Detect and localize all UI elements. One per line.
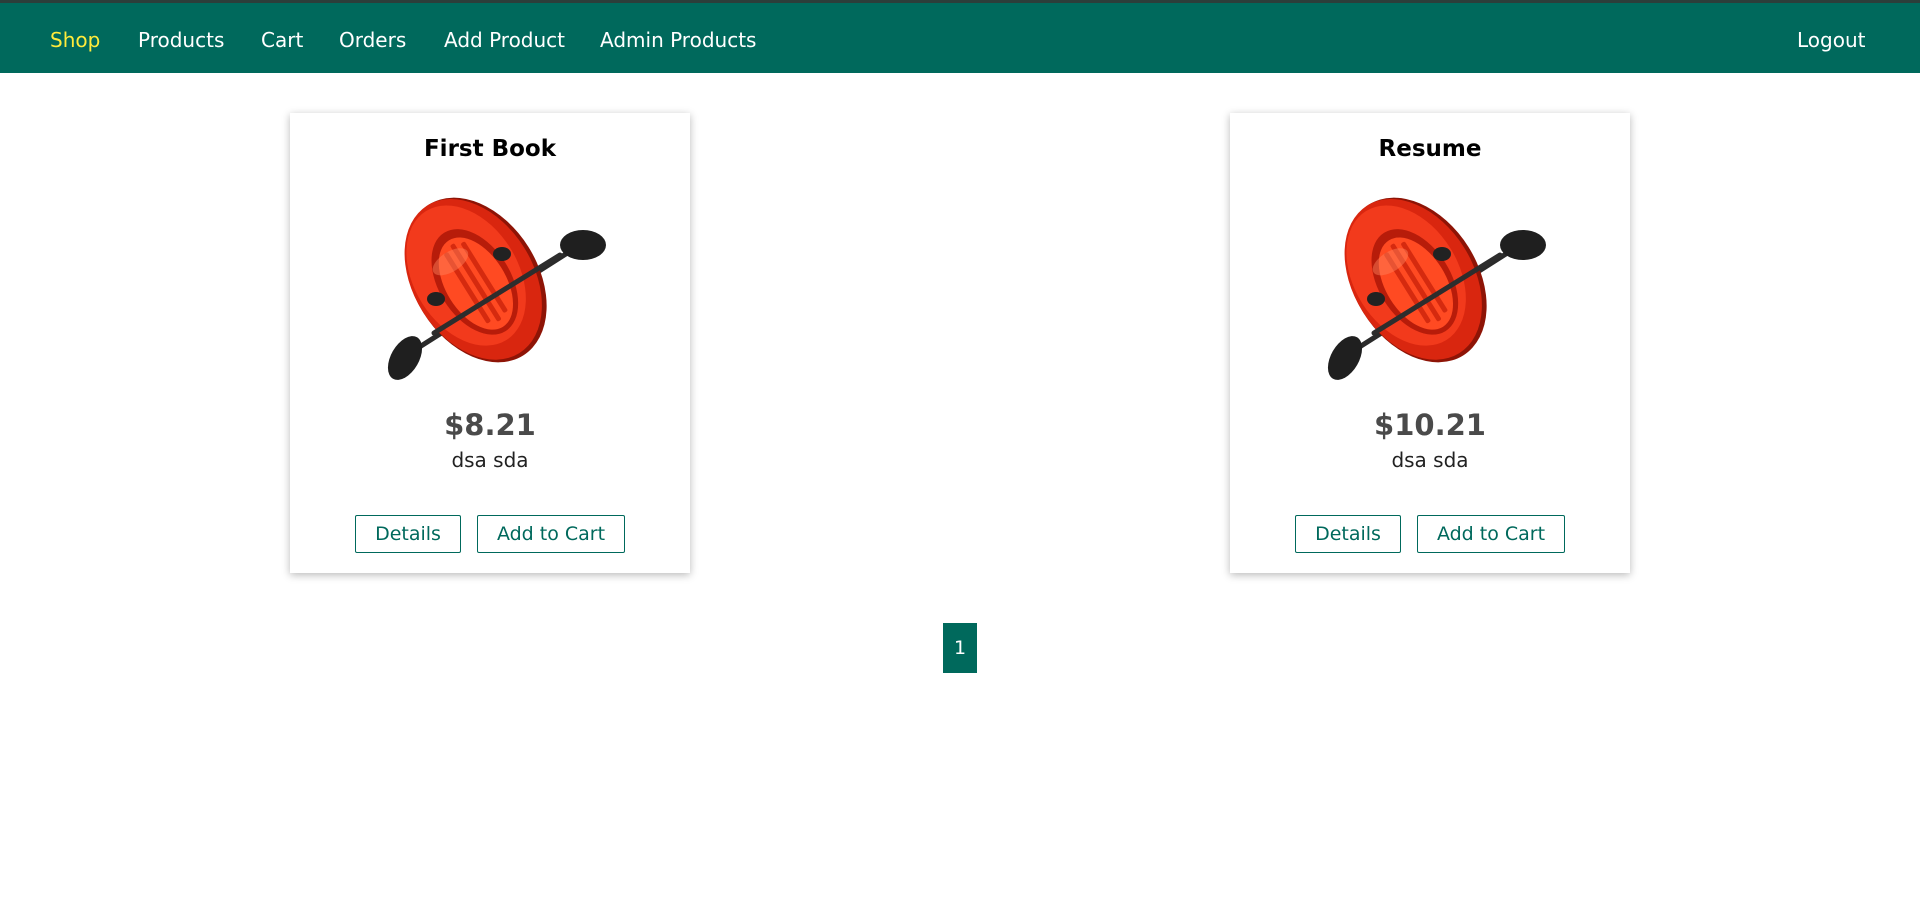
nav-link-products[interactable]: Products [138,27,224,53]
product-title: Resume [1378,136,1482,162]
nav-link-shop[interactable]: Shop [50,27,100,53]
product-description: dsa sda [451,448,529,472]
nav-link-admin-products[interactable]: Admin Products [600,27,756,53]
details-button[interactable]: Details [355,515,461,553]
main-navigation-bar: Shop Products Cart Orders Add Product Ad… [0,3,1920,73]
inflatable-boat-icon [1327,197,1546,380]
product-price: $10.21 [1374,408,1486,442]
pagination-page-1[interactable]: 1 [943,623,977,673]
add-to-cart-button[interactable]: Add to Cart [477,515,625,553]
add-to-cart-button[interactable]: Add to Cart [1417,515,1565,553]
nav-link-cart[interactable]: Cart [261,27,303,53]
inflatable-boat-icon [387,197,606,380]
logout-button[interactable]: Logout [1797,27,1865,53]
details-button[interactable]: Details [1295,515,1401,553]
nav-link-orders[interactable]: Orders [339,27,406,53]
nav-link-add-product[interactable]: Add Product [444,27,565,53]
product-price: $8.21 [444,408,536,442]
product-card: Resume $10.21 dsa sda Details Add to Car… [1230,113,1630,573]
product-description: dsa sda [1391,448,1469,472]
product-card: First Book $8.21 dsa sda Details Add to … [290,113,690,573]
product-title: First Book [423,136,557,162]
